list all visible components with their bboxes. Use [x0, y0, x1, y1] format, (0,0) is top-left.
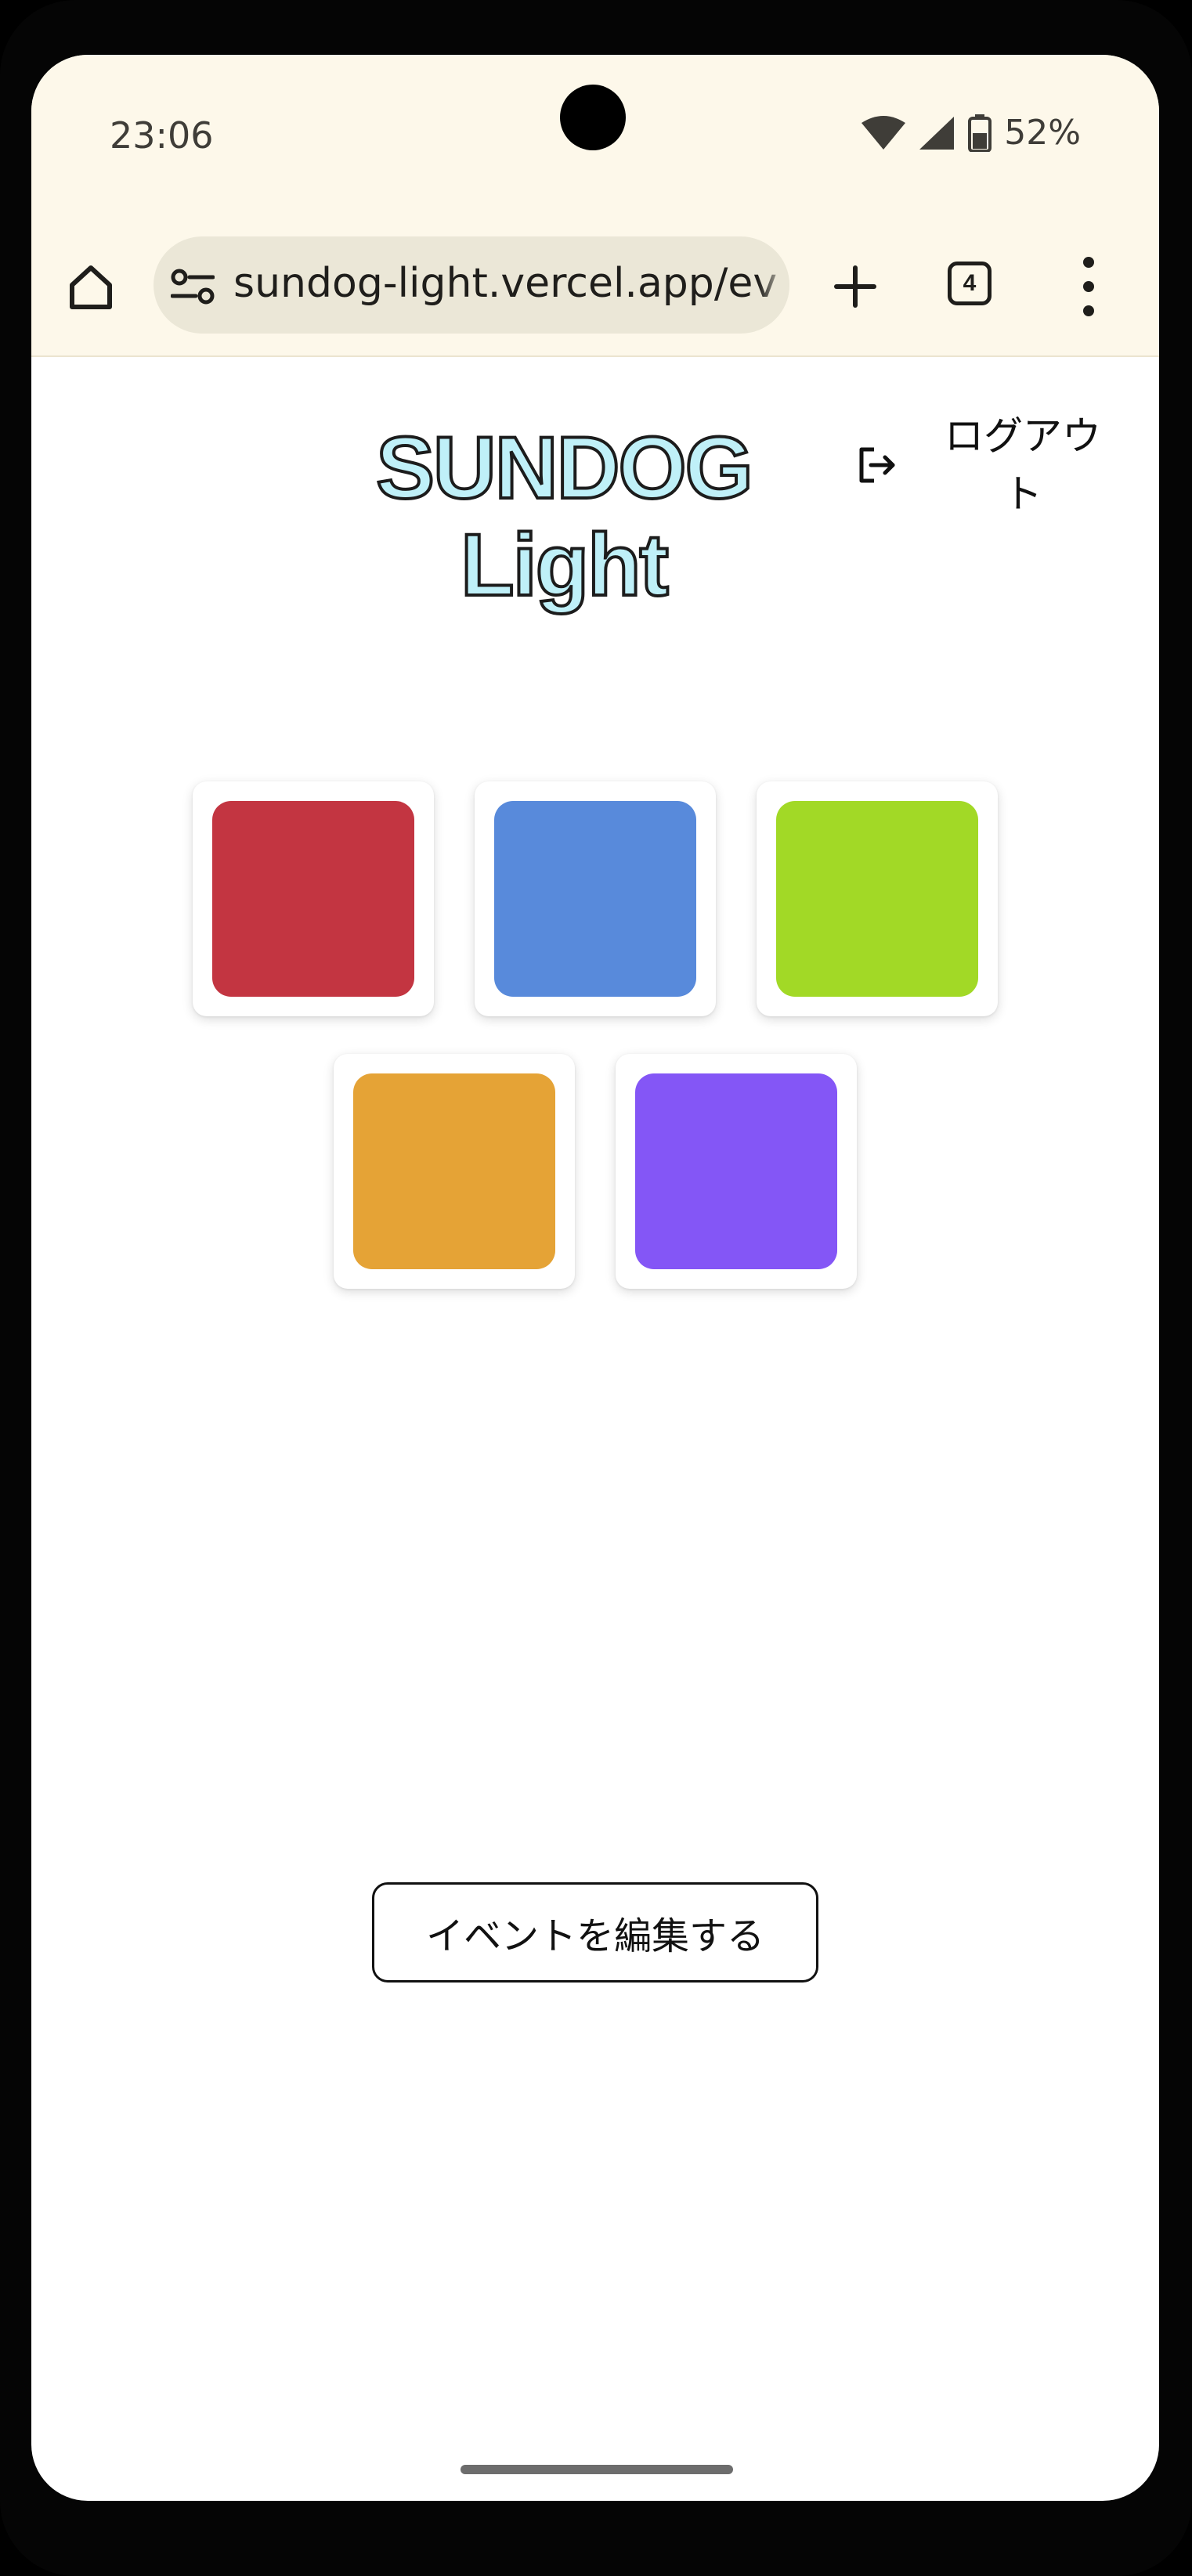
color-swatch — [212, 801, 414, 997]
color-tile-blue[interactable] — [475, 781, 716, 1016]
battery-percent: 52% — [1004, 113, 1081, 153]
overflow-menu-button[interactable] — [1073, 257, 1104, 316]
tab-switcher-button[interactable]: 4 — [948, 262, 992, 305]
logout-label: ログアウト — [945, 413, 1101, 517]
url-fade — [758, 236, 789, 334]
phone-frame: 23:06 52% sundog-light.vercel.app/ev 4 S… — [0, 0, 1192, 2576]
status-time: 23:06 — [110, 114, 214, 157]
phone-screen: 23:06 52% sundog-light.vercel.app/ev 4 S… — [31, 55, 1159, 2501]
tile-row — [31, 1054, 1159, 1289]
menu-dot — [1083, 257, 1094, 268]
logo-line-2: Light — [459, 515, 670, 615]
color-tile-red[interactable] — [193, 781, 434, 1016]
gesture-nav-bar[interactable] — [461, 2465, 733, 2474]
logout-button[interactable]: ログアウト — [854, 410, 1136, 520]
url-text[interactable]: sundog-light.vercel.app/ev — [233, 260, 777, 307]
color-swatch — [353, 1073, 555, 1269]
color-tile-purple[interactable] — [616, 1054, 857, 1289]
color-swatch — [494, 801, 696, 997]
color-swatch — [635, 1073, 837, 1269]
app-logo[interactable]: SUNDOG Light — [345, 418, 783, 615]
wifi-icon — [861, 115, 906, 150]
battery-icon — [968, 114, 992, 152]
logout-icon — [859, 447, 895, 483]
site-settings-icon[interactable] — [171, 268, 215, 305]
camera-cutout — [560, 85, 626, 150]
tile-row — [31, 781, 1159, 1016]
browser-toolbar: sundog-light.vercel.app/ev 4 — [31, 236, 1159, 338]
plus-icon — [834, 265, 876, 308]
new-tab-button[interactable] — [822, 254, 888, 319]
home-button[interactable] — [60, 255, 122, 318]
browser-chrome: 23:06 52% sundog-light.vercel.app/ev 4 — [31, 55, 1159, 357]
cell-signal-icon — [919, 116, 955, 150]
home-icon — [70, 265, 112, 309]
menu-dot — [1083, 305, 1094, 316]
web-page: SUNDOG Light ログアウト イベントを編集する — [31, 357, 1159, 2501]
logo-line-1: SUNDOG — [374, 418, 755, 518]
address-bar[interactable]: sundog-light.vercel.app/ev — [154, 236, 789, 334]
color-tile-orange[interactable] — [334, 1054, 575, 1289]
status-icons: 52% — [861, 113, 1081, 153]
edit-event-button[interactable]: イベントを編集する — [372, 1882, 818, 1983]
color-tile-grid — [31, 781, 1159, 1326]
color-tile-green[interactable] — [757, 781, 998, 1016]
color-swatch — [776, 801, 978, 997]
menu-dot — [1083, 281, 1094, 292]
